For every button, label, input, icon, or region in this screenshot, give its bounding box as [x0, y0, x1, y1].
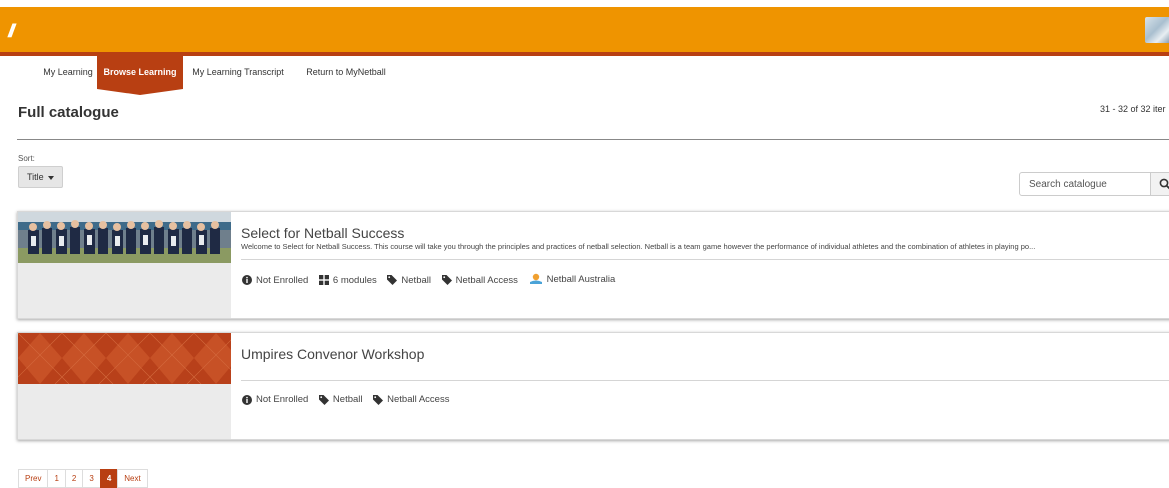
course-thumbnail-panel [18, 333, 231, 439]
tag-icon [318, 394, 329, 405]
info-circle-icon [242, 394, 252, 405]
sort-value: Title [27, 172, 44, 182]
provider-logo-icon [529, 273, 542, 284]
nav-my-learning[interactable]: My Learning [38, 55, 98, 89]
enrolment-status: Not Enrolled [256, 394, 309, 405]
tag-item[interactable]: Netball [387, 275, 431, 286]
top-header-bar: // [0, 7, 1169, 56]
course-title[interactable]: Umpires Convenor Workshop [241, 346, 424, 362]
tag-item[interactable]: Netball Access [441, 274, 518, 286]
sort-label: Sort: [18, 154, 35, 163]
diamond-pattern-image [18, 333, 231, 384]
team-photo-image [18, 212, 231, 263]
course-thumbnail-panel [18, 212, 231, 318]
tag-icon [387, 275, 398, 285]
status-item: Not Enrolled [242, 394, 308, 405]
modules-item: 6 modules [318, 274, 377, 286]
pagination-prev[interactable]: Prev [18, 469, 49, 488]
modules-grid-icon [318, 275, 329, 285]
nav-my-learning-transcript[interactable]: My Learning Transcript [192, 55, 284, 89]
course-card[interactable]: Umpires Convenor Workshop Not Enrolled N… [17, 332, 1169, 440]
tag-icon [441, 275, 452, 285]
info-circle-icon [242, 275, 252, 285]
tag-label: Netball [332, 394, 363, 405]
pagination: Prev 1 2 3 4 Next [18, 469, 148, 488]
pagination-next[interactable]: Next [117, 469, 148, 488]
course-title[interactable]: Select for Netball Success [241, 225, 404, 241]
course-card[interactable]: Select for Netball Success Welcome to Se… [17, 211, 1169, 319]
course-meta: Not Enrolled 6 modules Netball Netball A… [242, 273, 623, 288]
provider-name: Netball Australia [546, 273, 616, 285]
search-button[interactable] [1150, 172, 1169, 196]
card-divider [241, 259, 1169, 260]
module-count: 6 modules [332, 274, 377, 286]
item-count: 31 - 32 of 32 iter [1100, 104, 1166, 114]
site-logo[interactable]: // [8, 21, 15, 42]
title-divider [17, 139, 1169, 140]
course-thumbnail-pattern [18, 333, 231, 384]
caret-down-icon [47, 175, 54, 180]
course-description: Welcome to Select for Netball Success. T… [241, 242, 1036, 251]
tag-label: Netball Access [455, 274, 518, 286]
pagination-page-2[interactable]: 2 [64, 469, 84, 488]
pagination-page-4[interactable]: 4 [99, 469, 119, 488]
status-item: Not Enrolled [242, 275, 308, 286]
card-divider [241, 380, 1169, 381]
sort-dropdown-button[interactable]: Title [18, 166, 63, 188]
tag-label: Netball [401, 274, 431, 286]
provider-item[interactable]: Netball Australia [529, 273, 616, 285]
page-title: Full catalogue [18, 104, 119, 121]
enrolment-status: Not Enrolled [256, 274, 309, 286]
tag-icon [373, 394, 384, 405]
nav-browse-learning[interactable]: Browse Learning [97, 55, 183, 95]
search-icon [1159, 178, 1169, 190]
tag-item[interactable]: Netball Access [373, 394, 449, 405]
tag-item[interactable]: Netball [318, 394, 363, 405]
course-meta: Not Enrolled Netball Netball Access [242, 394, 457, 408]
nav-return-to-mynetball[interactable]: Return to MyNetball [299, 55, 393, 89]
search-input[interactable] [1019, 172, 1151, 196]
pagination-page-1[interactable]: 1 [47, 469, 66, 488]
tag-label: Netball Access [387, 394, 450, 405]
course-thumbnail-team-photo [18, 212, 231, 263]
user-avatar[interactable] [1145, 17, 1169, 43]
pagination-page-3[interactable]: 3 [82, 469, 101, 488]
